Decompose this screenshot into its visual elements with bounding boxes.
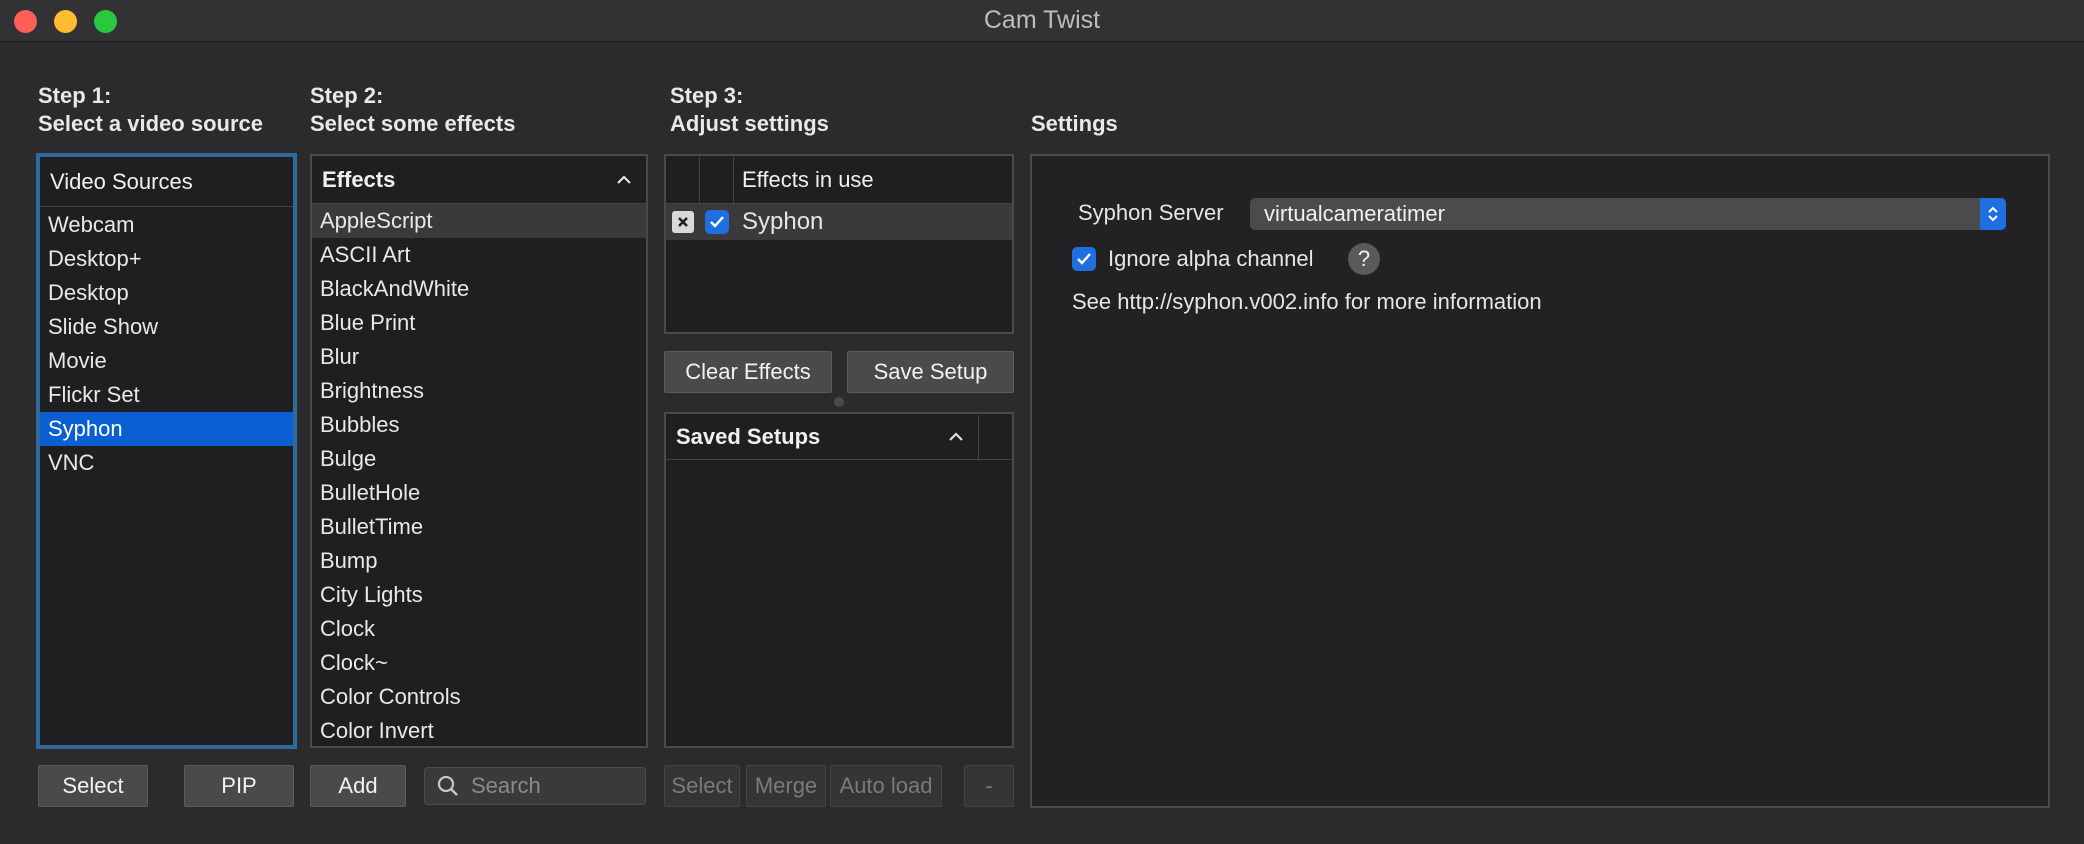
saved-setups-label: Saved Setups <box>676 423 821 449</box>
step3-heading: Step 3: Adjust settings <box>670 82 829 138</box>
pip-button[interactable]: PIP <box>184 765 294 807</box>
step2-label: Step 2: <box>310 83 384 108</box>
list-item[interactable]: Brightness <box>312 374 646 408</box>
effect-enabled-checkbox[interactable] <box>705 210 729 234</box>
effects-in-use-label: Effects in use <box>742 166 874 192</box>
saved-setups-header[interactable]: Saved Setups <box>666 414 1012 460</box>
list-item[interactable]: Clock <box>312 612 646 646</box>
column-header-remove <box>666 156 700 203</box>
saved-setups-list[interactable]: Saved Setups <box>664 412 1014 748</box>
step2-desc: Select some effects <box>310 111 516 136</box>
effects-header[interactable]: Effects <box>312 156 646 204</box>
step1-desc: Select a video source <box>38 111 263 136</box>
effects-in-use-header: Effects in use <box>666 156 1012 204</box>
list-item[interactable]: Color Controls <box>312 680 646 714</box>
syphon-server-value: virtualcameratimer <box>1264 201 1445 226</box>
effects-search-field[interactable]: Search <box>424 767 646 805</box>
table-row[interactable]: Syphon <box>666 204 1012 240</box>
list-item[interactable]: Webcam <box>40 208 293 242</box>
video-sources-header: Video Sources <box>40 157 293 207</box>
effects-items: AppleScript ASCII Art BlackAndWhite Blue… <box>312 204 646 746</box>
ignore-alpha-checkbox[interactable] <box>1072 247 1096 271</box>
list-item-selected[interactable]: Syphon <box>40 412 293 446</box>
checkmark-icon <box>710 216 724 228</box>
help-button[interactable]: ? <box>1348 243 1380 275</box>
list-item[interactable]: BulletHole <box>312 476 646 510</box>
add-effect-button[interactable]: Add <box>310 765 406 807</box>
step1-heading: Step 1: Select a video source <box>38 82 263 138</box>
syphon-server-select[interactable]: virtualcameratimer <box>1250 198 2006 230</box>
list-item[interactable]: BlackAndWhite <box>312 272 646 306</box>
saved-select-button[interactable]: Select <box>664 765 740 807</box>
list-item[interactable]: Color Invert <box>312 714 646 746</box>
video-sources-list[interactable]: Video Sources Webcam Desktop+ Desktop Sl… <box>36 153 297 749</box>
list-item[interactable]: Bump <box>312 544 646 578</box>
auto-load-button[interactable]: Auto load <box>830 765 942 807</box>
save-setup-button[interactable]: Save Setup <box>847 351 1014 393</box>
step3-label: Step 3: <box>670 83 744 108</box>
step2-heading: Step 2: Select some effects <box>310 82 515 138</box>
list-item[interactable]: Bulge <box>312 442 646 476</box>
list-item-highlighted[interactable]: AppleScript <box>312 204 646 238</box>
video-sources-items: Webcam Desktop+ Desktop Slide Show Movie… <box>40 207 293 480</box>
merge-button[interactable]: Merge <box>746 765 826 807</box>
remove-effect-icon[interactable] <box>672 211 694 233</box>
select-source-button[interactable]: Select <box>38 765 148 807</box>
column-header-enabled <box>700 156 734 203</box>
remove-setup-button[interactable]: - <box>964 765 1014 807</box>
effect-name: Syphon <box>742 208 824 235</box>
list-item[interactable]: BulletTime <box>312 510 646 544</box>
search-icon <box>437 775 458 796</box>
list-item[interactable]: Flickr Set <box>40 378 293 412</box>
chevron-up-icon <box>949 431 963 441</box>
ignore-alpha-row: Ignore alpha channel <box>1072 246 1314 272</box>
list-item[interactable]: Bubbles <box>312 408 646 442</box>
effects-list[interactable]: Effects AppleScript ASCII Art BlackAndWh… <box>310 154 648 748</box>
list-item[interactable]: Desktop+ <box>40 242 293 276</box>
list-item[interactable]: Desktop <box>40 276 293 310</box>
syphon-info-text: See http://syphon.v002.info for more inf… <box>1072 289 1542 314</box>
title-bar: Cam Twist <box>0 0 2084 42</box>
effects-header-label: Effects <box>322 166 396 192</box>
list-item[interactable]: Clock~ <box>312 646 646 680</box>
syphon-server-label: Syphon Server <box>1078 200 1224 225</box>
settings-heading: Settings <box>1031 111 1118 136</box>
ignore-alpha-label[interactable]: Ignore alpha channel <box>1108 246 1314 272</box>
search-placeholder: Search <box>471 773 541 798</box>
step3-desc: Adjust settings <box>670 111 829 136</box>
clear-effects-button[interactable]: Clear Effects <box>664 351 832 393</box>
list-item[interactable]: City Lights <box>312 578 646 612</box>
chevron-updown-icon <box>1980 198 2006 230</box>
chevron-up-icon <box>617 174 631 184</box>
window-title: Cam Twist <box>983 6 1101 34</box>
column-header-extra <box>978 414 1012 459</box>
list-item[interactable]: VNC <box>40 446 293 480</box>
list-item[interactable]: Slide Show <box>40 310 293 344</box>
list-item[interactable]: Blur <box>312 340 646 374</box>
list-item[interactable]: ASCII Art <box>312 238 646 272</box>
step1-label: Step 1: <box>38 83 112 108</box>
list-item[interactable]: Movie <box>40 344 293 378</box>
checkmark-icon <box>1077 253 1091 265</box>
split-handle-dot[interactable] <box>834 397 844 407</box>
effects-in-use-table[interactable]: Effects in use Syphon <box>664 154 1014 334</box>
list-item[interactable]: Blue Print <box>312 306 646 340</box>
